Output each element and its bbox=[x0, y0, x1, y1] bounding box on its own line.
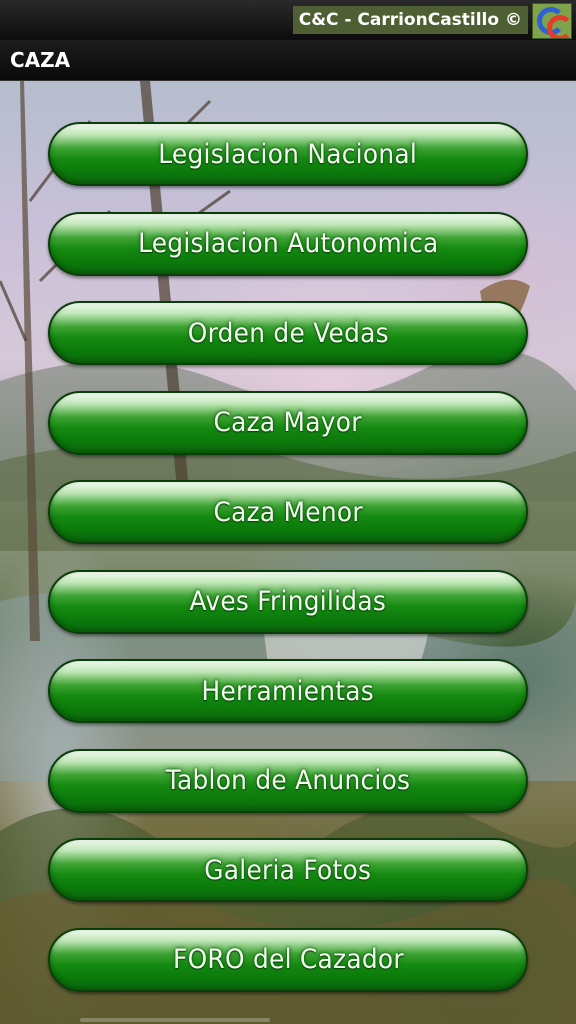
button-label: Caza Menor bbox=[213, 496, 363, 528]
caza-mayor-button[interactable]: Caza Mayor bbox=[48, 390, 528, 455]
button-label: Orden de Vedas bbox=[187, 317, 389, 349]
button-label: Tablon de Anuncios bbox=[165, 765, 411, 796]
tablon-de-anuncios-button[interactable]: Tablon de Anuncios bbox=[48, 748, 528, 813]
button-label: Caza Mayor bbox=[213, 407, 363, 438]
button-label: Legislacion Nacional bbox=[158, 138, 418, 170]
galeria-fotos-button[interactable]: Galeria Fotos bbox=[48, 838, 528, 902]
button-label: Galeria Fotos bbox=[204, 854, 372, 886]
app-bar: CAZA bbox=[0, 40, 576, 81]
button-label: Aves Fringilidas bbox=[189, 586, 387, 617]
aves-fringilidas-button[interactable]: Aves Fringilidas bbox=[48, 569, 528, 634]
main-menu: Legislacion Nacional Legislacion Autonom… bbox=[48, 122, 528, 1017]
brand-label: C&C - CarrionCastillo © bbox=[292, 6, 528, 34]
button-label: FORO del Cazador bbox=[172, 944, 404, 975]
caza-menor-button[interactable]: Caza Menor bbox=[48, 480, 528, 544]
orden-de-vedas-button[interactable]: Orden de Vedas bbox=[48, 301, 528, 365]
scroll-indicator bbox=[80, 1018, 270, 1022]
legislacion-autonomica-button[interactable]: Legislacion Autonomica bbox=[48, 211, 528, 276]
herramientas-button[interactable]: Herramientas bbox=[48, 659, 528, 723]
button-label: Legislacion Autonomica bbox=[137, 228, 439, 259]
cc-logo-icon bbox=[532, 3, 572, 39]
legislacion-nacional-button[interactable]: Legislacion Nacional bbox=[48, 122, 528, 186]
status-bar: C&C - CarrionCastillo © bbox=[0, 0, 576, 40]
button-label: Herramientas bbox=[201, 675, 375, 707]
page-title: CAZA bbox=[10, 48, 71, 72]
foro-del-cazador-button[interactable]: FORO del Cazador bbox=[48, 927, 528, 992]
